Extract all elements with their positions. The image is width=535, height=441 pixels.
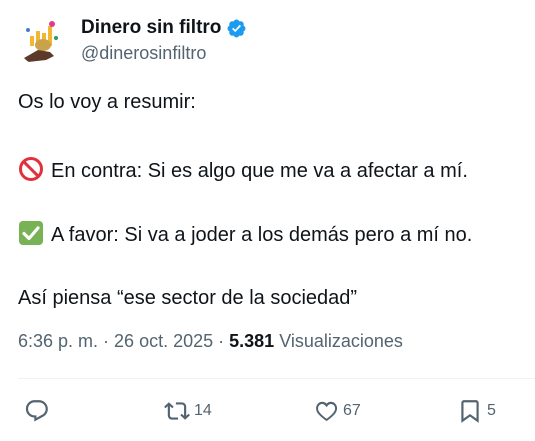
bookmark-button[interactable]: 5	[457, 397, 496, 425]
avatar-image	[16, 12, 70, 66]
heart-icon	[316, 401, 338, 422]
tweet-time[interactable]: 6:36 p. m.	[18, 331, 98, 351]
tweet-line-text: A favor: Si va a joder a los demás pero …	[51, 224, 473, 246]
meta-separator: ·	[98, 331, 115, 351]
prohibited-icon	[19, 157, 43, 181]
views-label: Visualizaciones	[274, 331, 403, 351]
meta-separator: ·	[213, 331, 230, 351]
tweet-line: Así piensa “ese sector de la sociedad”	[18, 287, 358, 309]
tweet-line: A favor: Si va a joder a los demás pero …	[18, 220, 472, 247]
tweet-meta: 6:36 p. m. · 26 oct. 2025 · 5.381 Visual…	[18, 331, 403, 352]
retweet-icon	[164, 402, 190, 420]
tweet-line-text: En contra: Si es algo que me va a afecta…	[51, 160, 468, 182]
avatar[interactable]	[16, 12, 70, 66]
reply-icon	[25, 400, 48, 422]
reply-button[interactable]	[24, 397, 54, 425]
bookmark-count: 5	[487, 402, 496, 419]
author-display-name[interactable]: Dinero sin filtro	[81, 17, 221, 39]
author-handle[interactable]: @dinerosinfiltro	[81, 43, 247, 64]
tweet-line: En contra: Si es algo que me va a afecta…	[18, 156, 468, 183]
divider	[18, 378, 535, 379]
bookmark-icon	[461, 400, 479, 423]
tweet-date[interactable]: 26 oct. 2025	[114, 331, 213, 351]
views-count: 5.381	[229, 331, 275, 351]
tweet-header: Dinero sin filtro @dinerosinfiltro	[16, 12, 516, 66]
check-mark-icon	[19, 221, 43, 245]
like-count: 67	[343, 402, 361, 419]
author-names: Dinero sin filtro @dinerosinfiltro	[81, 16, 247, 64]
retweet-count: 14	[194, 402, 212, 419]
tweet-line: Os lo voy a resumir:	[18, 91, 196, 113]
retweet-button[interactable]: 14	[164, 397, 212, 425]
action-bar: 14 67 5	[0, 397, 535, 425]
verified-badge-icon	[227, 19, 246, 37]
like-button[interactable]: 67	[313, 397, 361, 425]
